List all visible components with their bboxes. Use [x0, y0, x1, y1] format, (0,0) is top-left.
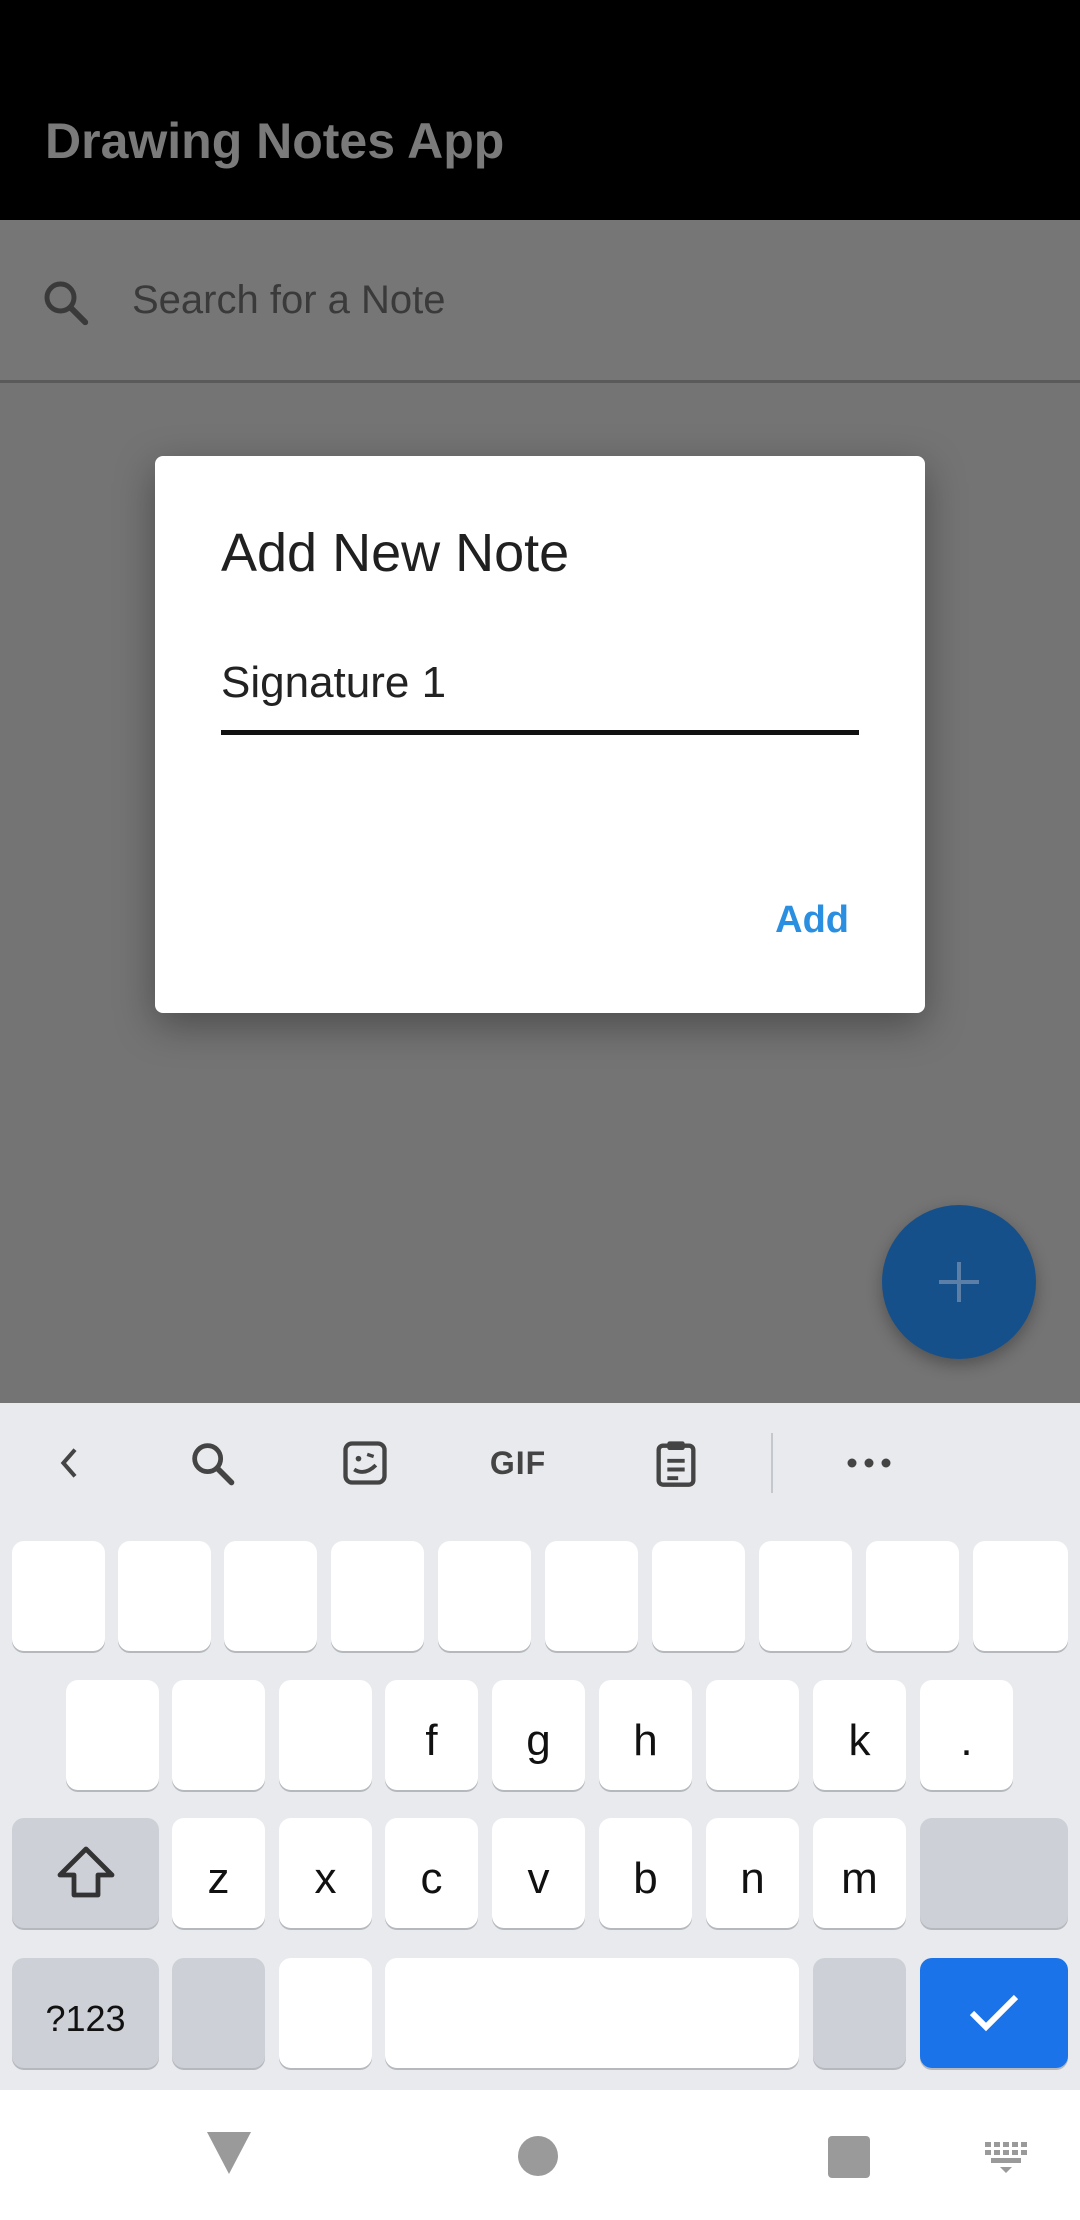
- home-icon[interactable]: [518, 2136, 558, 2176]
- key[interactable]: [12, 1541, 105, 1651]
- system-nav-bar: [0, 2090, 1080, 2220]
- symbols-key[interactable]: ?123: [12, 1958, 159, 2068]
- back-icon[interactable]: [205, 2130, 253, 2176]
- key[interactable]: [652, 1541, 745, 1651]
- key[interactable]: [759, 1541, 852, 1651]
- recents-icon[interactable]: [828, 2136, 870, 2178]
- clipboard-icon[interactable]: [646, 1433, 706, 1493]
- keyboard-switch-icon[interactable]: [983, 2140, 1029, 2174]
- search-icon: [44, 281, 89, 326]
- key[interactable]: [66, 1680, 159, 1790]
- plus-icon: [939, 1262, 979, 1302]
- key[interactable]: [224, 1541, 317, 1651]
- keyboard-toolbar: GIF: [0, 1403, 1080, 1523]
- period-key[interactable]: [813, 1958, 906, 2068]
- toolbar-divider: [771, 1433, 773, 1493]
- add-note-fab[interactable]: [882, 1205, 1036, 1359]
- soft-keyboard: GIF f g h k . z x c v b n m ?123: [0, 1403, 1080, 2090]
- emoji-key[interactable]: [172, 1958, 265, 2068]
- key-c[interactable]: c: [385, 1818, 478, 1928]
- key-g[interactable]: g: [492, 1680, 585, 1790]
- key[interactable]: [118, 1541, 211, 1651]
- key[interactable]: [172, 1680, 265, 1790]
- key-v[interactable]: v: [492, 1818, 585, 1928]
- shift-icon: [57, 1846, 114, 1898]
- key-x[interactable]: x: [279, 1818, 372, 1928]
- search-input[interactable]: Search for a Note: [132, 278, 446, 323]
- search-bar[interactable]: Search for a Note: [0, 220, 1080, 383]
- app-title: Drawing Notes App: [45, 113, 505, 169]
- done-key[interactable]: [920, 1958, 1068, 2068]
- key-m[interactable]: m: [813, 1818, 906, 1928]
- add-button[interactable]: Add: [775, 899, 849, 942]
- check-icon: [969, 1994, 1019, 2032]
- space-key[interactable]: [385, 1958, 799, 2068]
- note-name-value[interactable]: Signature 1: [221, 658, 446, 708]
- key[interactable]: [866, 1541, 959, 1651]
- key-f[interactable]: f: [385, 1680, 478, 1790]
- sticker-icon[interactable]: [335, 1433, 395, 1493]
- search-icon[interactable]: [182, 1433, 242, 1493]
- key-period[interactable]: .: [920, 1680, 1013, 1790]
- gif-icon[interactable]: GIF: [478, 1433, 558, 1493]
- comma-key[interactable]: [279, 1958, 372, 2068]
- key[interactable]: [438, 1541, 531, 1651]
- note-name-field[interactable]: Signature 1: [221, 656, 859, 735]
- chevron-left-icon[interactable]: [40, 1433, 100, 1493]
- dialog-title: Add New Note: [221, 523, 570, 583]
- shift-key[interactable]: [12, 1818, 159, 1928]
- key[interactable]: [331, 1541, 424, 1651]
- key-h[interactable]: h: [599, 1680, 692, 1790]
- key-k[interactable]: k: [813, 1680, 906, 1790]
- backspace-key[interactable]: [920, 1818, 1068, 1928]
- app-bar: Drawing Notes App: [0, 0, 1080, 220]
- add-note-dialog: Add New Note Signature 1 Add: [155, 456, 925, 1013]
- key[interactable]: [545, 1541, 638, 1651]
- key-z[interactable]: z: [172, 1818, 265, 1928]
- more-icon[interactable]: [839, 1433, 899, 1493]
- key-n[interactable]: n: [706, 1818, 799, 1928]
- key-b[interactable]: b: [599, 1818, 692, 1928]
- key[interactable]: [706, 1680, 799, 1790]
- key[interactable]: [279, 1680, 372, 1790]
- key[interactable]: [973, 1541, 1068, 1651]
